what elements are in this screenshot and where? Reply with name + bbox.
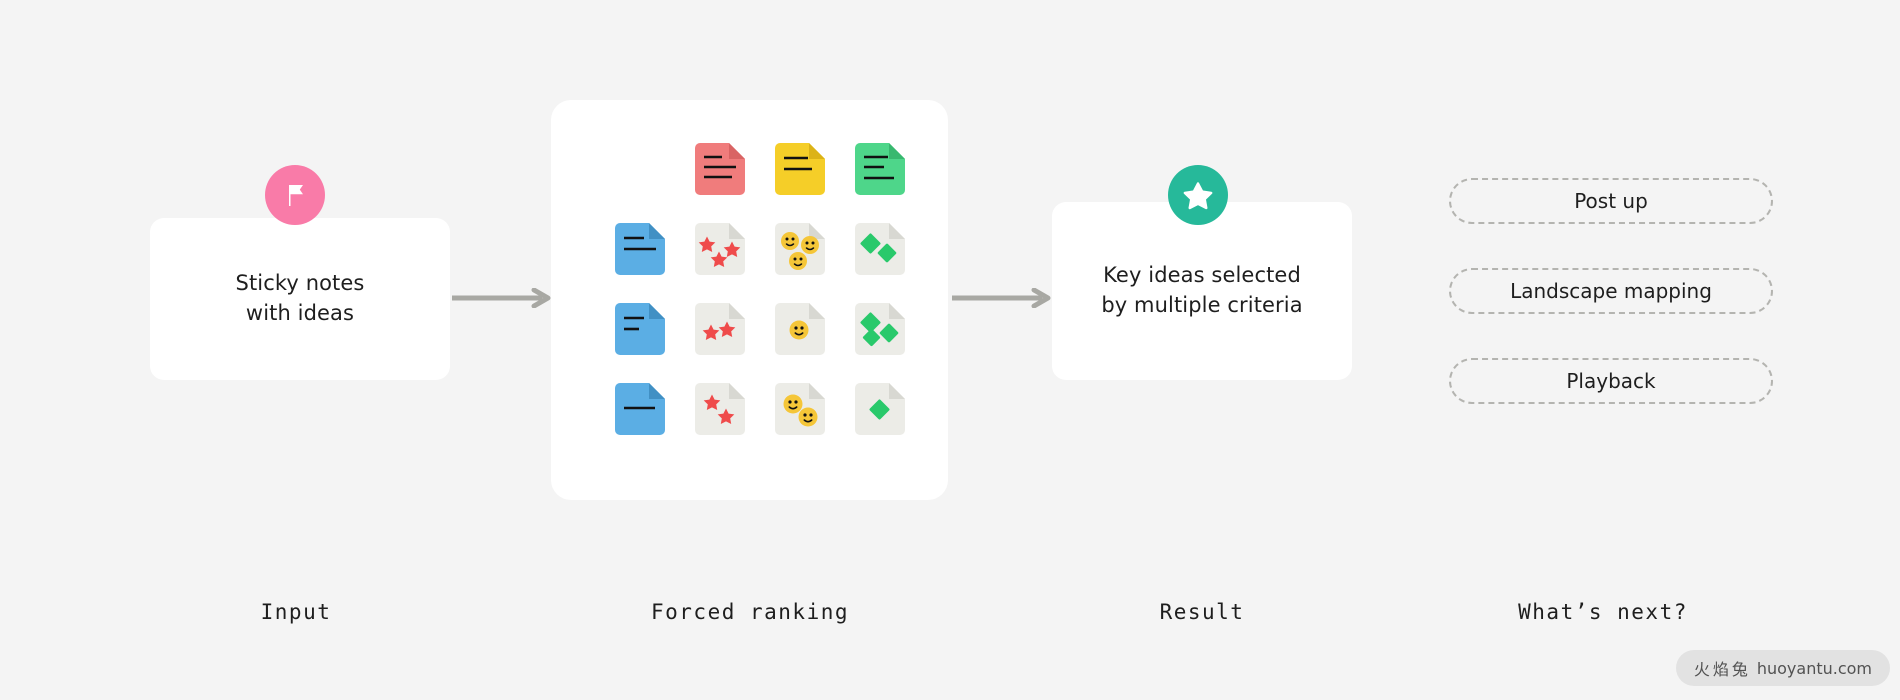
next-option-post-up[interactable]: Post up — [1449, 178, 1773, 224]
next-option-playback[interactable]: Playback — [1449, 358, 1773, 404]
next-option-label: Playback — [1566, 369, 1656, 393]
stars-icon[interactable] — [691, 380, 749, 438]
watermark: 火焰兔 huoyantu.com — [1675, 650, 1890, 686]
diamonds-icon[interactable] — [851, 380, 909, 438]
result-card[interactable]: Key ideas selected by multiple criteria — [1052, 202, 1352, 380]
next-option-label: Landscape mapping — [1510, 279, 1712, 303]
ranking-matrix — [611, 140, 909, 438]
result-card-caption: Key ideas selected by multiple criteria — [1101, 263, 1303, 317]
diamonds-icon[interactable] — [851, 220, 909, 278]
input-card-caption: Sticky notes with ideas — [235, 271, 365, 325]
smileys-icon[interactable] — [771, 220, 829, 278]
watermark-cn: 火焰兔 — [1693, 660, 1751, 679]
diagram-canvas: Sticky notes with ideas Key ideas select… — [0, 0, 1900, 700]
note-card-red-icon[interactable] — [691, 140, 749, 198]
note-card-yellow-icon[interactable] — [771, 140, 829, 198]
stars-icon[interactable] — [691, 220, 749, 278]
watermark-en: huoyantu.com — [1756, 658, 1872, 678]
star-icon — [1168, 165, 1228, 225]
diamonds-icon[interactable] — [851, 300, 909, 358]
column-label-whats-next: What’s next? — [1518, 600, 1688, 624]
note-card-blue-icon[interactable] — [611, 380, 669, 438]
next-option-landscape-mapping[interactable]: Landscape mapping — [1449, 268, 1773, 314]
arrow-input-to-ranking — [449, 287, 557, 309]
note-card-green-icon[interactable] — [851, 140, 909, 198]
smileys-icon[interactable] — [771, 380, 829, 438]
arrow-ranking-to-result — [949, 287, 1057, 309]
stars-icon[interactable] — [691, 300, 749, 358]
column-label-input: Input — [260, 600, 332, 624]
column-label-forced-ranking: Forced ranking — [650, 600, 850, 624]
note-card-blue-icon[interactable] — [611, 300, 669, 358]
flag-icon — [265, 165, 325, 225]
note-card-blue-icon[interactable] — [611, 220, 669, 278]
next-option-label: Post up — [1574, 189, 1648, 213]
smileys-icon[interactable] — [771, 300, 829, 358]
column-label-result: Result — [1159, 600, 1245, 624]
input-card[interactable]: Sticky notes with ideas — [150, 218, 450, 380]
